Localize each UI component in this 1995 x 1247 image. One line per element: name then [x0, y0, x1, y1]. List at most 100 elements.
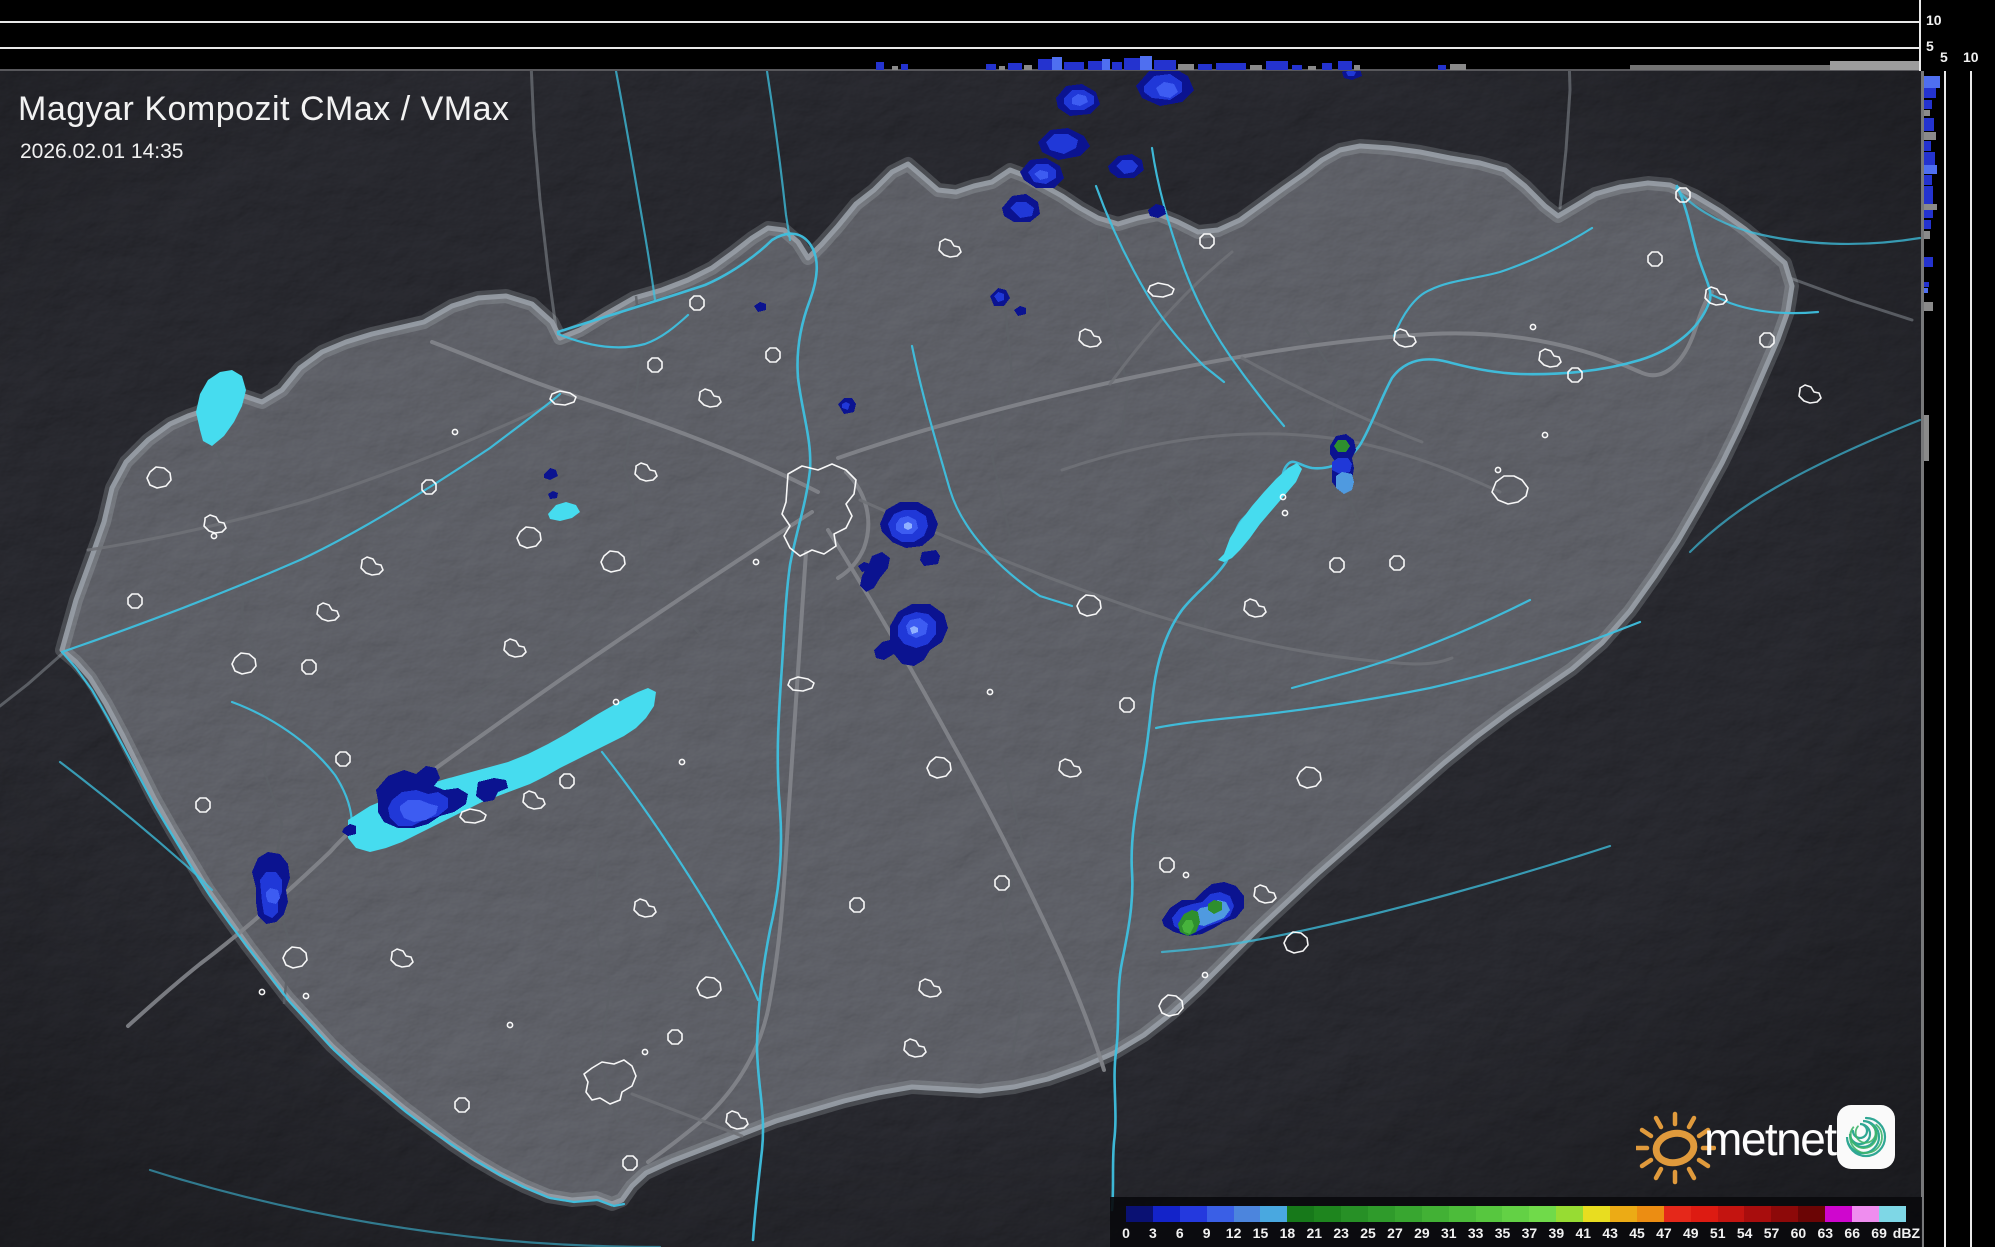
- legend-color-segment: [1663, 1206, 1691, 1222]
- legend-color-segment: [1448, 1206, 1476, 1222]
- echo-projection-mark: [892, 66, 898, 70]
- echo-projection-mark: [1198, 64, 1212, 70]
- legend-value-label: 41: [1575, 1225, 1592, 1241]
- cyclone-app-icon: [1837, 1105, 1895, 1169]
- legend-color-segment: [1690, 1206, 1718, 1222]
- legend-color-segment: [1152, 1206, 1180, 1222]
- echo-projection-mark: [1178, 64, 1194, 70]
- echo-projection-mark: [1450, 64, 1466, 70]
- echo-projection-mark: [1924, 76, 1940, 88]
- top-panel-gridline-10km: [0, 21, 1921, 23]
- legend-value-label: 45: [1629, 1225, 1645, 1241]
- legend-value-label: 51: [1709, 1225, 1726, 1241]
- legend-value-label: 25: [1360, 1225, 1376, 1241]
- echo-projection-mark: [1924, 118, 1934, 131]
- echo-projection-mark: [1924, 257, 1933, 267]
- right-panel-baseline: [1921, 71, 1924, 1247]
- echo-projection-mark: [876, 62, 884, 70]
- legend-value-label: 69: [1871, 1225, 1887, 1241]
- legend-color-segment: [1394, 1206, 1422, 1222]
- legend-value-label: 54: [1736, 1225, 1753, 1241]
- legend-value-label: 27: [1387, 1225, 1403, 1241]
- legend-color-segment: [1475, 1206, 1503, 1222]
- legend-value-label: 12: [1225, 1225, 1242, 1241]
- legend-color-segment: [1502, 1206, 1530, 1222]
- echo-projection-mark: [1250, 65, 1262, 70]
- legend-value-label: 31: [1440, 1225, 1457, 1241]
- legend-color-segment: [1636, 1206, 1664, 1222]
- legend-color-segment: [1529, 1206, 1557, 1222]
- echo-projection-mark: [1924, 204, 1937, 210]
- legend-value-label: 57: [1763, 1225, 1780, 1241]
- echo-projection-mark: [1308, 66, 1316, 70]
- legend-value-label: 15: [1252, 1225, 1269, 1241]
- legend-value-label: 47: [1656, 1225, 1672, 1241]
- echo-projection-mark: [1112, 62, 1122, 70]
- echo-projection-mark: [999, 66, 1005, 70]
- legend-value-label: 0: [1122, 1225, 1130, 1241]
- echo-projection-mark: [1924, 415, 1929, 461]
- echo-projection-mark: [1024, 65, 1032, 70]
- dbz-color-legend: 0 3 6 9 12 15 18 21 23 25 27 29 31 33 35 37 39 41 43 45 47 49…: [1110, 1197, 1922, 1247]
- metnet-logo: metnet: [1636, 1092, 1916, 1194]
- legend-color-segment: [1126, 1206, 1153, 1222]
- timestamp: 2026.02.01 14:35: [20, 140, 184, 163]
- echo-projection-mark: [1924, 220, 1931, 229]
- echo-projection-mark: [1322, 63, 1332, 70]
- echo-projection-mark: [1064, 62, 1084, 70]
- echo-projection-mark: [1924, 152, 1935, 165]
- echo-projection-mark: [1924, 132, 1936, 140]
- echo-projection-mark: [1924, 186, 1933, 218]
- echo-projection-mark: [1438, 65, 1446, 70]
- right-panel-gridline-5km: [1944, 71, 1946, 1247]
- right-axis-label-10: 10: [1963, 49, 1979, 65]
- top-axis-label-10: 10: [1926, 12, 1942, 28]
- legend-color-segment: [1421, 1206, 1449, 1222]
- echo-projection-mark: [1630, 65, 1830, 70]
- radar-composite-image: { "header": { "title": "Magyar Kompozit …: [0, 0, 1995, 1247]
- legend-color-segment: [1610, 1206, 1637, 1222]
- legend-value-label: 60: [1790, 1225, 1807, 1241]
- echo-projection-mark: [1924, 141, 1931, 151]
- legend-value-label: 9: [1202, 1225, 1211, 1241]
- echo-projection-mark: [1008, 63, 1022, 70]
- echo-projection-mark: [1338, 61, 1352, 70]
- vertical-projection-right-panel: 5 10: [1921, 0, 1995, 1247]
- legend-value-label: 49: [1683, 1225, 1699, 1241]
- legend-value-label: 29: [1414, 1225, 1430, 1241]
- right-panel-gridline-10km: [1970, 71, 1972, 1247]
- echo-projection-mark: [1924, 100, 1932, 109]
- legend-value-label: 66: [1844, 1225, 1860, 1241]
- echo-projection-mark: [1038, 59, 1052, 70]
- page-title: Magyar Kompozit CMax / VMax: [18, 90, 510, 128]
- legend-color-segment: [1744, 1206, 1772, 1222]
- echo-projection-mark: [1088, 61, 1102, 70]
- echo-projection-mark: [1052, 57, 1062, 70]
- legend-color-segment: [1314, 1206, 1342, 1222]
- echo-projection-mark: [1924, 175, 1932, 185]
- legend-value-label: 63: [1817, 1225, 1834, 1241]
- echo-projection-mark: [1124, 58, 1140, 70]
- legend-color-segment: [1179, 1206, 1207, 1222]
- legend-value-label: 21: [1306, 1225, 1323, 1241]
- legend-color-segment: [1556, 1206, 1584, 1222]
- legend-color-segment: [1825, 1206, 1853, 1222]
- echo-projection-mark: [1924, 165, 1937, 174]
- legend-color-segment: [1287, 1206, 1315, 1222]
- echo-projection-mark: [1354, 65, 1360, 70]
- top-axis-label-5: 5: [1926, 38, 1934, 54]
- echo-projection-mark: [1924, 302, 1933, 311]
- legend-value-label: 43: [1602, 1225, 1618, 1241]
- legend-color-segment: [1852, 1206, 1879, 1222]
- legend-color-segment: [1206, 1206, 1234, 1222]
- legend-color-segment: [1233, 1206, 1261, 1222]
- echo-projection-mark: [986, 64, 996, 70]
- legend-unit-label: dBZ: [1892, 1225, 1920, 1241]
- legend-color-bar: [1126, 1206, 1906, 1222]
- legend-value-label: 18: [1279, 1225, 1296, 1241]
- legend-value-label: 39: [1548, 1225, 1565, 1241]
- legend-color-segment: [1771, 1206, 1799, 1222]
- echo-projection-mark: [1924, 231, 1930, 239]
- top-panel-gridline-5km: [0, 47, 1921, 49]
- echo-projection-mark: [1924, 288, 1928, 293]
